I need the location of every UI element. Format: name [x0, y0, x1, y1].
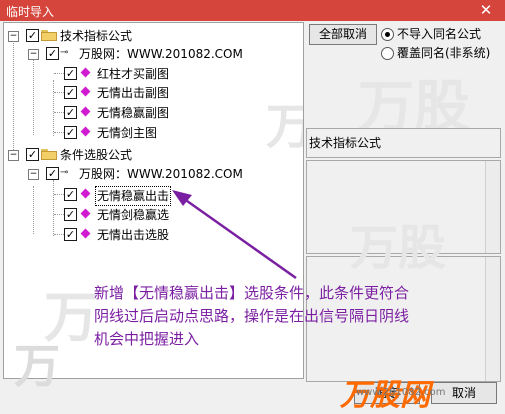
- annotation-text: 新增【无情稳赢出击】选股条件，此条件更符合阴线过后启动点思路，操作是在出信号隔日…: [94, 284, 410, 348]
- brand-watermark-url: www.201082.com: [356, 387, 446, 398]
- arrow-shaft: [179, 194, 297, 280]
